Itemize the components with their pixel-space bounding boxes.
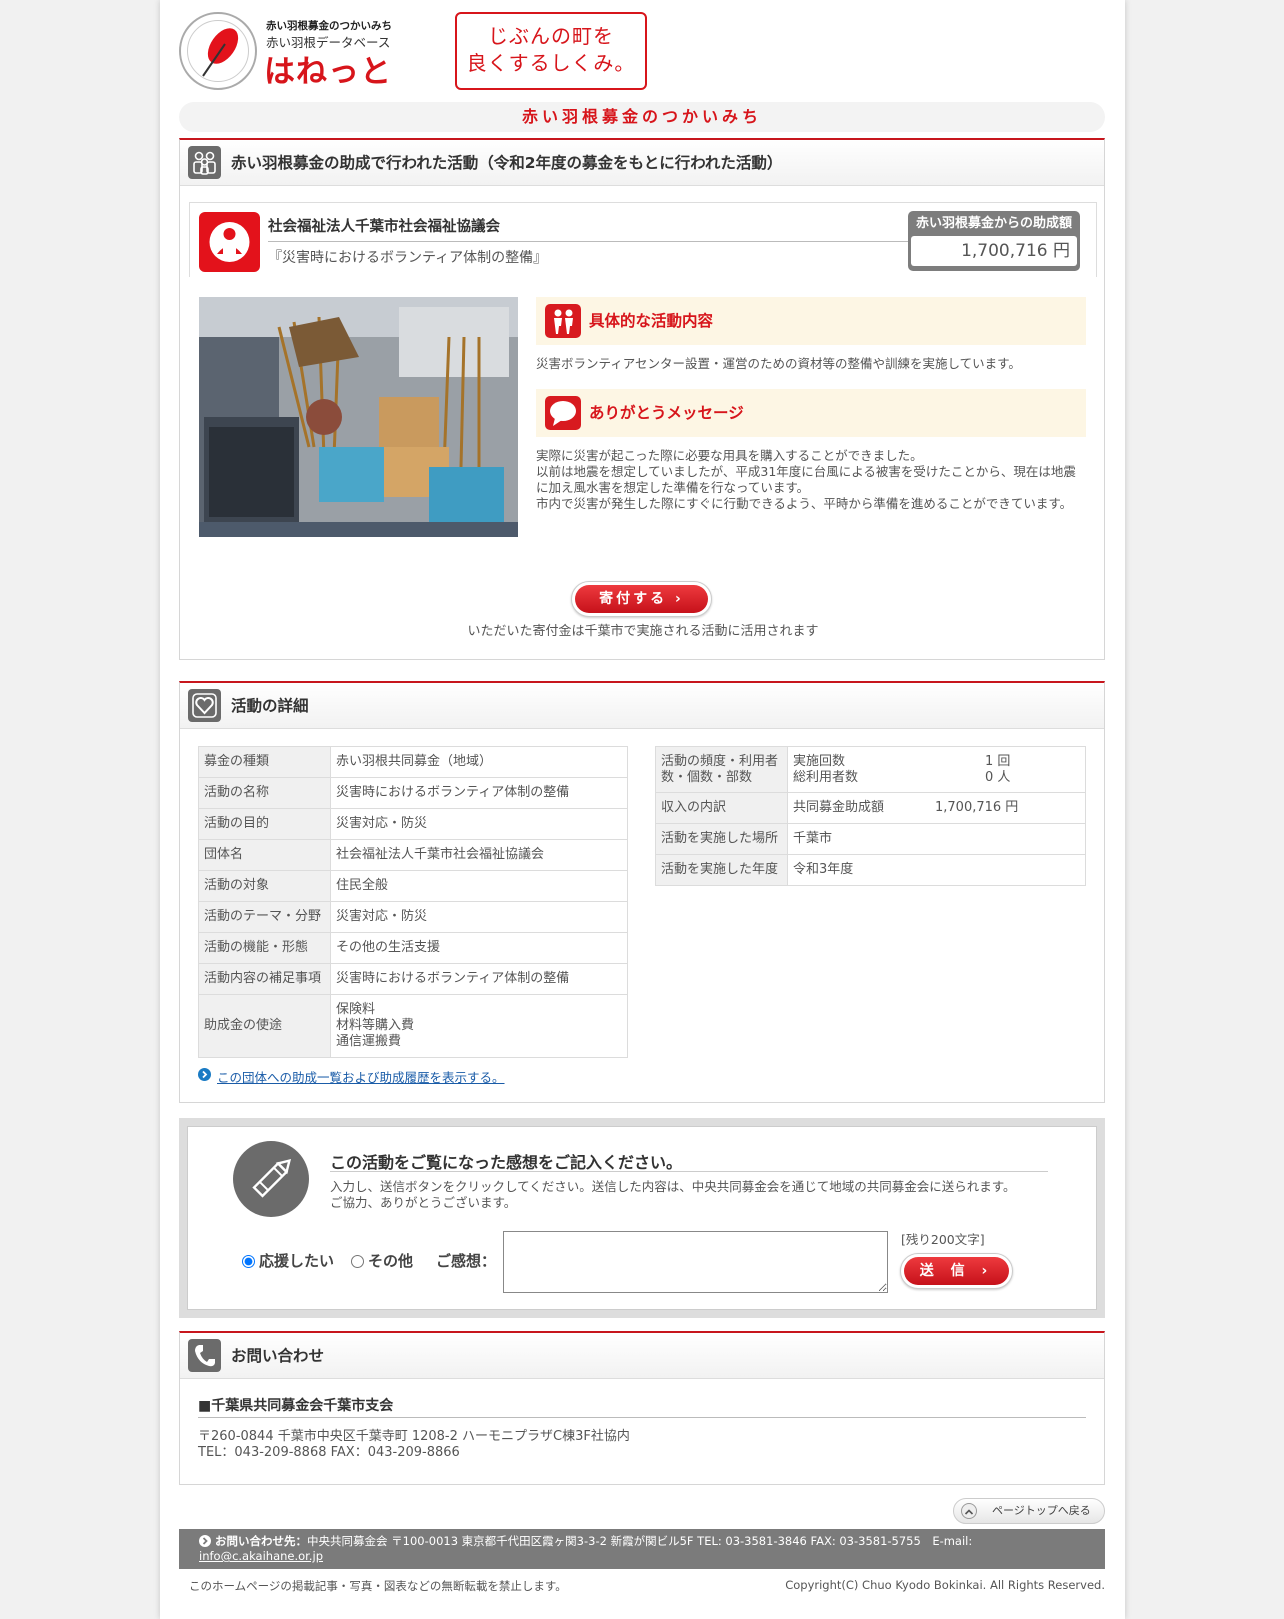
detail-key: 助成金の使途 xyxy=(198,994,331,1058)
radio-support-input[interactable] xyxy=(242,1255,255,1268)
detail-key: 団体名 xyxy=(198,839,331,871)
donate-note: いただいた寄付金は千葉市で実施される活動に活用されます xyxy=(467,624,819,639)
thanks-line-1: 実際に災害が起こった際に必要な用具を購入することができました。 xyxy=(536,448,923,463)
content-subhead: 具体的な活動内容 xyxy=(536,297,1086,345)
thanks-line-3: 市内で災害が発生した際にすぐに行動できるよう、平時から準備を進めることができてい… xyxy=(536,496,1073,511)
logo-line-1: 赤い羽根募金のつかいみち xyxy=(266,20,392,32)
org-type-icon xyxy=(199,212,260,272)
red-feather-seal xyxy=(179,12,257,90)
content-title: 具体的な活動内容 xyxy=(589,312,714,330)
send-button-label: 送 信 › xyxy=(904,1257,1009,1285)
freq-values: 実施回数 1 回 総利用者数 0 人 xyxy=(787,746,1086,793)
thanks-text: 実際に災害が起こった際に必要な用具を購入することができました。 以前は地震を想定… xyxy=(536,448,1088,512)
contact-org: ■千葉県共同募金会千葉市支会 xyxy=(198,1398,394,1414)
contact-address: 〒260-0844 千葉市中央区千葉寺町 1208-2 ハーモニプラザC棟3F社… xyxy=(198,1429,630,1460)
slogan-line-1: じぶんの町を xyxy=(488,24,614,48)
activity-section-title: 赤い羽根募金の助成で行われた活動（令和2年度の募金をもとに行われた活動） xyxy=(231,154,783,172)
detail-value: 令和3年度 xyxy=(787,854,1086,886)
donate-button-label: 寄付する › xyxy=(575,585,708,613)
details-table-right: 活動の頻度・利用者数・個数・部数 実施回数 1 回 総利用者数 0 人 収入の内訳 … xyxy=(655,746,1086,886)
radio-other-input[interactable] xyxy=(351,1255,364,1268)
copyright: Copyright(C) Chuo Kyodo Bokinkai. All Ri… xyxy=(785,1578,1105,1592)
detail-value: 住民全般 xyxy=(330,870,628,902)
radio-support[interactable]: 応援したい xyxy=(242,1250,334,1271)
grant-amount-box: 赤い羽根募金からの助成額 1,700,716 円 xyxy=(908,211,1080,271)
grant-value: 1,700,716 円 xyxy=(911,236,1077,266)
thanks-title: ありがとうメッセージ xyxy=(589,404,744,422)
detail-key: 活動の頻度・利用者数・個数・部数 xyxy=(655,746,788,793)
detail-key: 活動の目的 xyxy=(198,808,331,840)
activity-photo xyxy=(199,297,518,537)
thanks-subhead: ありがとうメッセージ xyxy=(536,389,1086,437)
copyright-notice: このホームページの掲載記事・写真・図表などの無断転載を禁止します。 xyxy=(189,1579,567,1593)
detail-key: 活動の対象 xyxy=(198,870,331,902)
content-text: 災害ボランティアセンター設置・運営のための資材等の整備や訓練を実施しています。 xyxy=(536,356,1021,371)
feedback-title: この活動をご覧になった感想をご記入ください。 xyxy=(330,1153,683,1172)
impression-label: ご感想： xyxy=(436,1252,497,1270)
footer-email-link[interactable]: info@c.akaihane.or.jp xyxy=(199,1549,323,1563)
details-section-title: 活動の詳細 xyxy=(231,697,309,715)
speech-bubble-icon xyxy=(545,396,581,430)
contact-section-title: お問い合わせ xyxy=(231,1347,325,1365)
detail-key: 活動を実施した年度 xyxy=(655,854,788,886)
detail-key: 活動を実施した場所 xyxy=(655,823,788,855)
detail-value: 災害対応・防災 xyxy=(330,901,628,933)
detail-value: 災害時におけるボランティア体制の整備 xyxy=(330,963,628,995)
footer-contact-bar: お問い合わせ先：中央共同募金会 〒100-0013 東京都千代田区霞ヶ関3-3-… xyxy=(179,1529,1105,1569)
activity-section: 赤い羽根募金の助成で行われた活動（令和2年度の募金をもとに行われた活動） 社会福… xyxy=(179,138,1105,660)
page-title: 赤い羽根募金のつかいみち xyxy=(179,102,1105,132)
radio-other[interactable]: その他 xyxy=(351,1250,413,1271)
org-name: 社会福祉法人千葉市社会福祉協議会 xyxy=(268,219,500,235)
remaining-chars: [残り200文字] xyxy=(901,1232,985,1247)
page-top-button[interactable]: ページトップへ戻る xyxy=(953,1498,1105,1524)
people-icon xyxy=(188,146,221,179)
income-values: 共同募金助成額 1,700,716 円 xyxy=(787,792,1086,824)
org-strip: 社会福祉法人千葉市社会福祉協議会 『災害時におけるボランティア体制の整備』 赤い… xyxy=(189,202,1097,277)
activity-name: 『災害時におけるボランティア体制の整備』 xyxy=(268,250,548,266)
impression-textarea[interactable] xyxy=(503,1231,888,1293)
chevron-up-icon xyxy=(961,1503,977,1519)
page: 赤い羽根募金のつかいみち 赤い羽根データベース はねっと じぶんの町を 良くする… xyxy=(160,0,1125,1619)
arrow-circle-icon xyxy=(199,1535,211,1547)
detail-key: 募金の種類 xyxy=(198,746,331,778)
detail-key: 収入の内訳 xyxy=(655,792,788,824)
detail-value: 災害時におけるボランティア体制の整備 xyxy=(330,777,628,809)
detail-value: その他の生活支援 xyxy=(330,932,628,964)
detail-value: 赤い羽根共同募金（地域） xyxy=(330,746,628,778)
detail-key: 活動の機能・形態 xyxy=(198,932,331,964)
send-button[interactable]: 送 信 › xyxy=(900,1253,1013,1289)
contact-section: お問い合わせ ■千葉県共同募金会千葉市支会 〒260-0844 千葉市中央区千葉… xyxy=(179,1331,1105,1485)
detail-key: 活動内容の補足事項 xyxy=(198,963,331,995)
feedback-section: この活動をご覧になった感想をご記入ください。 入力し、送信ボタンをクリックしてく… xyxy=(179,1118,1105,1318)
feedback-description: 入力し、送信ボタンをクリックしてください。送信した内容は、中央共同募金会を通じて… xyxy=(330,1179,1016,1210)
details-table-left: 募金の種類 赤い羽根共同募金（地域） 活動の名称 災害時におけるボランティア体制の整… xyxy=(198,746,628,1058)
red-feather-icon xyxy=(202,28,239,77)
details-section: 活動の詳細 募金の種類 赤い羽根共同募金（地域） 活動の名称 災害時におけるボランテ… xyxy=(179,681,1105,1103)
phone-icon xyxy=(188,1339,221,1372)
detail-value: 社会福祉法人千葉市社会福祉協議会 xyxy=(330,839,628,871)
detail-key: 活動の名称 xyxy=(198,777,331,809)
detail-value: 千葉市 xyxy=(787,823,1086,855)
logo-wordmark: はねっと xyxy=(264,54,392,90)
slogan-line-2: 良くするしくみ。 xyxy=(466,51,636,75)
slogan-banner[interactable]: じぶんの町を 良くするしくみ。 xyxy=(455,12,647,90)
detail-value-uses: 保険料 材料等購入費 通信運搬費 xyxy=(330,994,628,1058)
detail-value: 災害対応・防災 xyxy=(330,808,628,840)
thanks-line-2: 以前は地震を想定していましたが、平成31年度に台風による被害を受けたことから、現… xyxy=(536,464,1076,495)
activity-people-icon xyxy=(545,304,581,338)
heart-icon xyxy=(188,689,221,722)
site-logo[interactable]: 赤い羽根募金のつかいみち 赤い羽根データベース はねっと xyxy=(179,12,399,92)
detail-key: 活動のテーマ・分野 xyxy=(198,901,331,933)
pencil-icon xyxy=(233,1141,309,1217)
donate-button[interactable]: 寄付する › xyxy=(571,581,712,617)
arrow-circle-icon xyxy=(198,1068,211,1081)
grant-label: 赤い羽根募金からの助成額 xyxy=(915,216,1072,231)
grant-history-link[interactable]: この団体への助成一覧および助成履歴を表示する。 xyxy=(198,1067,505,1086)
